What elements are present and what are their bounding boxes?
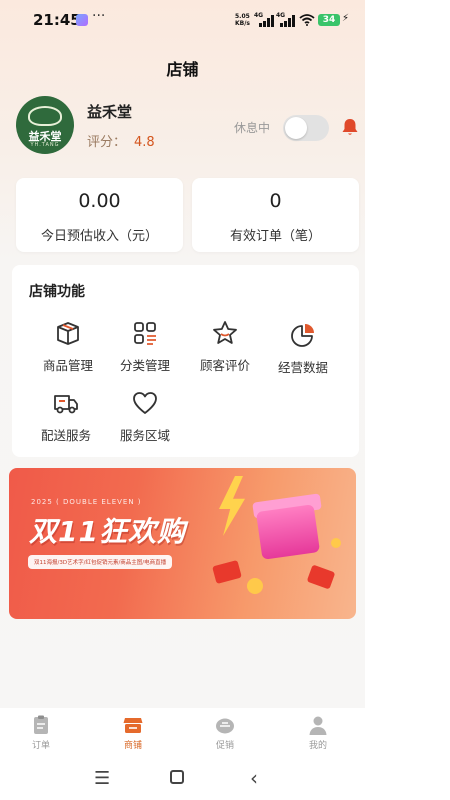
clock: 21:45 bbox=[33, 11, 81, 29]
person-icon bbox=[309, 716, 327, 735]
tab-shop[interactable]: 商铺 bbox=[98, 714, 168, 751]
lightning-decoration bbox=[219, 476, 245, 536]
tab-orders-label: 订单 bbox=[31, 741, 50, 751]
banner-subtitle: 2025 ( DOUBLE ELEVEN ) bbox=[31, 498, 142, 506]
network-speed-unit: KB/s bbox=[235, 20, 250, 27]
truck-icon bbox=[54, 395, 78, 414]
store-functions-title: 店铺功能 bbox=[29, 284, 85, 300]
business-data-label: 经营数据 bbox=[277, 360, 328, 375]
promo-banner[interactable]: 2025 ( DOUBLE ELEVEN ) 双11狂欢购 双11海报/3D艺术… bbox=[9, 468, 356, 619]
heart-icon bbox=[133, 392, 157, 414]
box-icon bbox=[57, 322, 79, 345]
service-area-button[interactable]: 服务区域 bbox=[105, 389, 185, 449]
product-management-label: 商品管理 bbox=[42, 358, 93, 373]
home-nav-icon[interactable] bbox=[170, 770, 184, 784]
banner-tags: 双11海报/3D艺术字/红包促销元素/商品主图/电商直播 bbox=[28, 555, 173, 569]
network-speed-value: 5.05 bbox=[235, 13, 250, 20]
tab-shop-label: 商铺 bbox=[123, 741, 142, 751]
page-title: 店铺 bbox=[166, 60, 199, 79]
tab-mine-label: 我的 bbox=[308, 741, 327, 751]
service-area-label: 服务区域 bbox=[119, 428, 170, 443]
bell-icon[interactable] bbox=[340, 117, 360, 137]
customer-reviews-label: 顾客评价 bbox=[199, 358, 250, 373]
store-logo[interactable]: 益禾堂 YH.TANG bbox=[16, 96, 74, 154]
store-name: 益禾堂 bbox=[87, 103, 133, 121]
rating-value: 4.8 bbox=[134, 135, 155, 150]
delivery-service-label: 配送服务 bbox=[40, 428, 91, 443]
charging-icon: ⚡ bbox=[342, 13, 350, 24]
category-icon bbox=[134, 322, 156, 345]
open-status-toggle[interactable] bbox=[283, 115, 329, 141]
coin-decoration-3 bbox=[331, 538, 341, 548]
category-management-button[interactable]: 分类管理 bbox=[105, 319, 185, 379]
pie-chart-icon bbox=[291, 324, 314, 347]
product-management-button[interactable]: 商品管理 bbox=[28, 319, 108, 379]
red-envelope-decoration bbox=[212, 559, 242, 585]
orders-value: 0 bbox=[269, 190, 282, 212]
rating-label: 评分： bbox=[87, 135, 127, 150]
phone-screen: 21:45 ··· 5.05 KB/s 4G 4G 34 ⚡ 店铺 益禾堂 YH… bbox=[0, 0, 450, 800]
promo-icon bbox=[216, 718, 234, 734]
delivery-service-button[interactable]: 配送服务 bbox=[26, 389, 106, 449]
store-status-label: 休息中 bbox=[234, 121, 271, 135]
signal-icon-2 bbox=[280, 15, 296, 27]
category-management-label: 分类管理 bbox=[119, 358, 170, 373]
business-data-button[interactable]: 经营数据 bbox=[263, 321, 343, 381]
back-nav-icon[interactable]: ‹ bbox=[250, 766, 258, 790]
coin-decoration bbox=[247, 578, 263, 594]
shop-icon bbox=[123, 718, 143, 733]
bottom-tab-bar: 订单 商铺 促销 我的 bbox=[0, 708, 365, 758]
banner-title: 双11狂欢购 bbox=[29, 515, 186, 548]
income-value: 0.00 bbox=[78, 190, 121, 212]
signal-icon bbox=[259, 15, 275, 27]
wifi-icon bbox=[299, 14, 315, 26]
status-bar: 21:45 ··· 5.05 KB/s 4G 4G 34 ⚡ bbox=[0, 0, 365, 40]
store-functions-card: 店铺功能 商品管理 分类管理 顾客评价 经营数据 配送服务 服务区域 bbox=[12, 265, 359, 457]
store-rating: 评分： 4.8 bbox=[87, 131, 155, 150]
orders-card[interactable]: 0 有效订单（笔） bbox=[192, 178, 359, 252]
battery-icon: 34 bbox=[318, 14, 340, 26]
app-notification-icon bbox=[76, 14, 88, 26]
income-label: 今日预估收入（元） bbox=[40, 229, 158, 244]
orders-label: 有效订单（笔） bbox=[229, 229, 321, 244]
red-envelope-decoration-2 bbox=[306, 564, 336, 590]
income-card[interactable]: 0.00 今日预估收入（元） bbox=[16, 178, 183, 252]
logo-subtext: YH.TANG bbox=[30, 142, 60, 148]
logo-emblem bbox=[28, 106, 62, 126]
tab-promotions-label: 促销 bbox=[215, 741, 234, 751]
customer-reviews-button[interactable]: 顾客评价 bbox=[185, 319, 265, 379]
tab-orders[interactable]: 订单 bbox=[6, 714, 76, 751]
network-speed: 5.05 KB/s bbox=[235, 13, 250, 27]
toggle-knob bbox=[285, 117, 307, 139]
gift-box-decoration bbox=[255, 504, 321, 560]
more-notifications-icon: ··· bbox=[92, 8, 106, 24]
tab-promotions[interactable]: 促销 bbox=[190, 714, 260, 751]
menu-nav-icon[interactable]: ☰ bbox=[94, 768, 110, 789]
clipboard-icon bbox=[34, 715, 48, 734]
app-area: 21:45 ··· 5.05 KB/s 4G 4G 34 ⚡ 店铺 益禾堂 YH… bbox=[0, 0, 365, 708]
star-icon bbox=[213, 321, 237, 344]
system-navigation-bar: ☰ ‹ bbox=[0, 758, 365, 800]
tab-mine[interactable]: 我的 bbox=[283, 714, 353, 751]
